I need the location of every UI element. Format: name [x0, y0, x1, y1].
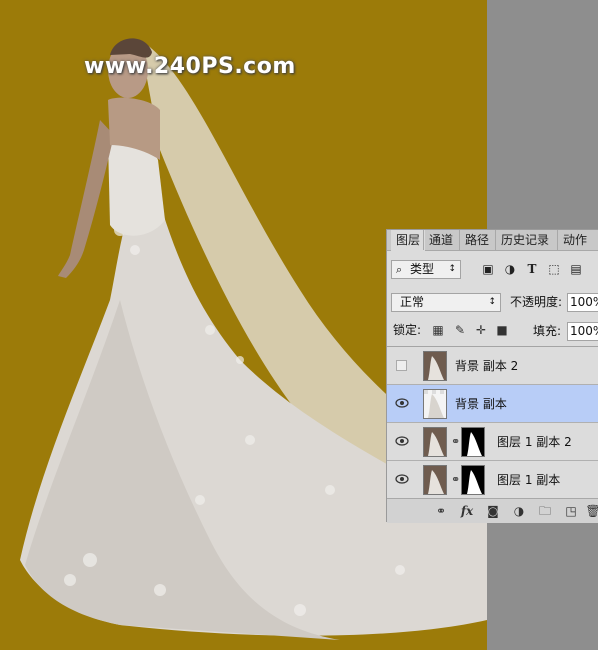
layer-thumbnail — [423, 465, 447, 495]
blend-row: 正常 ↕ 不透明度: 100% — [387, 291, 598, 313]
fx-icon[interactable]: fx — [459, 503, 475, 519]
mask-link-icon[interactable]: ⚭ — [451, 474, 460, 486]
tab-channels[interactable]: 通道 — [423, 230, 458, 250]
layers-list: 背景 副本 2 背景 副本 ⚭ 图层 1 副本 2 ⚭ 图层 1 副本 — [387, 346, 598, 503]
fill-label: 填充: — [533, 324, 562, 338]
adjustment-filter-icon[interactable]: ◑ — [503, 262, 517, 276]
mask-link-icon[interactable]: ⚭ — [451, 436, 460, 448]
filter-kind-label: 类型 — [410, 262, 435, 276]
smart-object-filter-icon[interactable]: ▤ — [569, 262, 583, 276]
blend-mode-value: 正常 — [400, 295, 425, 309]
layer-name: 图层 1 副本 2 — [497, 435, 572, 449]
updown-arrow-icon: ↕ — [488, 297, 496, 307]
visibility-toggle-empty[interactable] — [396, 360, 407, 371]
filter-kind-select[interactable]: ⌕ 类型 ↕ — [391, 260, 461, 279]
image-filter-icon[interactable]: ▣ — [481, 262, 495, 276]
lock-row: 锁定: ▦ ✎ ✛ ■ 填充: 100% — [387, 320, 598, 342]
opacity-input[interactable]: 100% — [567, 293, 598, 312]
layer-row[interactable]: 背景 副本 2 — [387, 347, 598, 385]
layer-name: 背景 副本 — [455, 397, 507, 411]
layer-thumbnail — [423, 427, 447, 457]
lock-transparent-icon[interactable]: ▦ — [431, 323, 445, 337]
adjustment-layer-icon[interactable]: ◑ — [511, 503, 527, 519]
eye-icon[interactable] — [395, 435, 409, 447]
fill-input[interactable]: 100% — [567, 322, 598, 341]
tab-actions[interactable]: 动作 — [557, 230, 592, 250]
watermark: www.240PS.com — [84, 54, 296, 79]
shape-filter-icon[interactable]: ⬚ — [547, 262, 561, 276]
opacity-label: 不透明度: — [510, 295, 563, 309]
eye-icon[interactable] — [395, 473, 409, 485]
eye-icon[interactable] — [395, 397, 409, 409]
blend-mode-select[interactable]: 正常 ↕ — [391, 293, 501, 312]
link-layers-icon[interactable]: ⚭ — [433, 503, 449, 519]
delete-icon[interactable]: 🗑 — [585, 503, 598, 519]
lock-label: 锁定: — [393, 323, 422, 337]
layer-name: 背景 副本 2 — [455, 359, 519, 373]
lock-image-icon[interactable]: ✎ — [453, 323, 467, 337]
search-icon: ⌕ — [396, 263, 403, 276]
layer-row-selected[interactable]: 背景 副本 — [387, 385, 598, 423]
layer-mask-thumbnail[interactable] — [461, 427, 485, 457]
tab-paths[interactable]: 路径 — [459, 230, 494, 250]
new-layer-icon[interactable]: ◳ — [563, 503, 579, 519]
tab-layers[interactable]: 图层 — [391, 230, 426, 251]
filter-row: ⌕ 类型 ↕ ▣ ◑ T ⬚ ▤ — [387, 257, 598, 283]
layers-panel: 图层 通道 路径 历史记录 动作 ⌕ 类型 ↕ ▣ ◑ T ⬚ ▤ 正常 ↕ 不… — [386, 229, 598, 523]
layers-bottom-bar: ⚭ fx ◙ ◑ 🗀 ◳ 🗑 — [387, 498, 598, 523]
layer-name: 图层 1 副本 — [497, 473, 561, 487]
type-filter-icon[interactable]: T — [525, 262, 539, 276]
lock-all-icon[interactable]: ■ — [495, 323, 509, 337]
new-group-icon[interactable]: 🗀 — [537, 503, 553, 519]
tab-history[interactable]: 历史记录 — [495, 230, 554, 250]
layer-thumbnail — [423, 351, 447, 381]
layer-thumbnail — [423, 389, 447, 419]
layer-row[interactable]: ⚭ 图层 1 副本 — [387, 461, 598, 499]
layer-row[interactable]: ⚭ 图层 1 副本 2 — [387, 423, 598, 461]
add-mask-icon[interactable]: ◙ — [485, 503, 501, 519]
updown-arrow-icon: ↕ — [448, 264, 456, 274]
lock-position-icon[interactable]: ✛ — [474, 323, 488, 337]
panel-tabs: 图层 通道 路径 历史记录 动作 — [387, 230, 598, 251]
layer-mask-thumbnail[interactable] — [461, 465, 485, 495]
